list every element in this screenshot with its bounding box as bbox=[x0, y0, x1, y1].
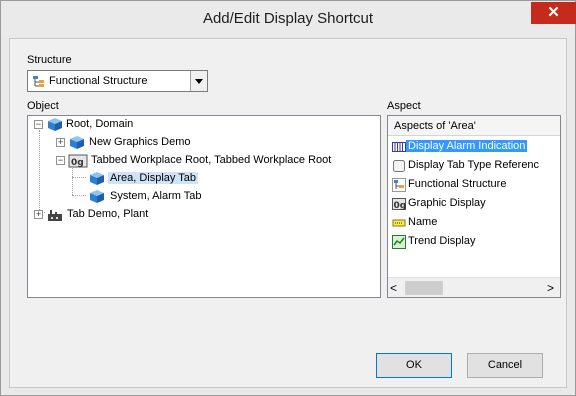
plant-icon bbox=[47, 208, 63, 225]
aspect-item-label: Graphic Display bbox=[408, 197, 486, 209]
aspect-item-label: Name bbox=[408, 216, 438, 228]
tree-node-label: Tab Demo, Plant bbox=[67, 208, 149, 220]
aspect-label: Aspect bbox=[387, 100, 421, 112]
dialog-title: Add/Edit Display Shortcut bbox=[202, 10, 374, 27]
tree-node-label: Tabbed Workplace Root, Tabbed Workplace … bbox=[91, 154, 332, 166]
name-tag-icon bbox=[392, 216, 406, 230]
expand-icon[interactable]: + bbox=[34, 210, 43, 219]
aspect-item-label: Display Alarm Indication bbox=[406, 140, 528, 152]
collapse-icon[interactable]: − bbox=[34, 120, 43, 129]
object-label: Object bbox=[27, 100, 59, 112]
aspect-item-label: Display Tab Type Referenc bbox=[408, 159, 540, 171]
aspect-item-name[interactable]: Name bbox=[390, 214, 560, 232]
tab-type-icon bbox=[392, 159, 406, 173]
trend-chart-icon bbox=[392, 235, 406, 249]
scroll-left-icon[interactable]: < bbox=[390, 281, 397, 295]
structure-dropdown[interactable]: Functional Structure bbox=[27, 70, 208, 92]
expand-icon[interactable]: + bbox=[56, 138, 65, 147]
tree-node-label: New Graphics Demo bbox=[89, 136, 191, 148]
tree-node-area-display-tab[interactable]: Area, Display Tab bbox=[28, 170, 378, 188]
aspect-item-trend-display[interactable]: Trend Display bbox=[390, 233, 560, 251]
aspect-item-functional-structure[interactable]: Functional Structure bbox=[390, 176, 560, 194]
aspect-list-header[interactable]: Aspects of 'Area' bbox=[388, 116, 560, 136]
functional-structure-icon bbox=[32, 75, 45, 91]
cube-icon bbox=[47, 117, 63, 135]
tree-node-system-alarm-tab[interactable]: System, Alarm Tab bbox=[28, 188, 378, 206]
tree-node-label: System, Alarm Tab bbox=[110, 190, 202, 202]
aspect-horizontal-scrollbar[interactable]: < > bbox=[388, 277, 560, 297]
tree-node-root-domain[interactable]: − Root, Domain bbox=[28, 116, 378, 134]
close-icon: ✕ bbox=[547, 4, 560, 21]
tree-node-label: Root, Domain bbox=[66, 118, 134, 130]
close-button[interactable]: ✕ bbox=[531, 2, 576, 24]
aspect-item-display-tab-type-reference[interactable]: Display Tab Type Referenc bbox=[390, 157, 560, 175]
aspect-list-panel: Aspects of 'Area' Display Alarm Indicati… bbox=[387, 115, 561, 298]
aspect-item-graphic-display[interactable]: 0g Graphic Display bbox=[390, 195, 560, 213]
scrollbar-thumb[interactable] bbox=[405, 281, 443, 295]
scroll-right-icon[interactable]: > bbox=[547, 281, 554, 295]
ok-button[interactable]: OK bbox=[376, 353, 452, 378]
chevron-down-icon[interactable] bbox=[190, 71, 207, 91]
tree-node-tabbed-workplace-root[interactable]: − 0g Tabbed Workplace Root, Tabbed Workp… bbox=[28, 152, 378, 170]
aspect-item-label: Functional Structure bbox=[408, 178, 507, 190]
svg-text:0g: 0g bbox=[394, 201, 407, 211]
workplace-icon: 0g bbox=[68, 153, 88, 171]
object-tree[interactable]: − Root, Domain + New Graphics Demo − 0g bbox=[27, 115, 381, 298]
cube-icon bbox=[89, 189, 105, 207]
alarm-grid-icon bbox=[392, 140, 406, 154]
dialog-window: Add/Edit Display Shortcut ✕ Structure Fu… bbox=[0, 0, 576, 396]
structure-selected-value: Functional Structure bbox=[49, 75, 148, 87]
tree-node-label: Area, Display Tab bbox=[108, 172, 199, 184]
cancel-button[interactable]: Cancel bbox=[467, 353, 543, 378]
aspect-item-label: Trend Display bbox=[408, 235, 476, 247]
aspect-list: Display Alarm Indication Display Tab Typ… bbox=[388, 137, 560, 277]
aspect-header-label: Aspects of 'Area' bbox=[394, 120, 476, 132]
tree-node-new-graphics-demo[interactable]: + New Graphics Demo bbox=[28, 134, 378, 152]
tree-node-tab-demo-plant[interactable]: + Tab Demo, Plant bbox=[28, 206, 378, 224]
collapse-icon[interactable]: − bbox=[56, 156, 65, 165]
title-bar[interactable]: Add/Edit Display Shortcut ✕ bbox=[1, 1, 576, 37]
cube-icon bbox=[69, 135, 85, 153]
cube-icon bbox=[89, 171, 105, 189]
dialog-body: Structure Functional Structure Object As… bbox=[9, 38, 567, 388]
aspect-item-display-alarm-indication[interactable]: Display Alarm Indication bbox=[390, 138, 560, 156]
graphic-display-icon: 0g bbox=[392, 197, 406, 211]
svg-text:0g: 0g bbox=[71, 158, 84, 168]
structure-label: Structure bbox=[27, 54, 72, 66]
functional-structure-icon bbox=[392, 178, 406, 192]
